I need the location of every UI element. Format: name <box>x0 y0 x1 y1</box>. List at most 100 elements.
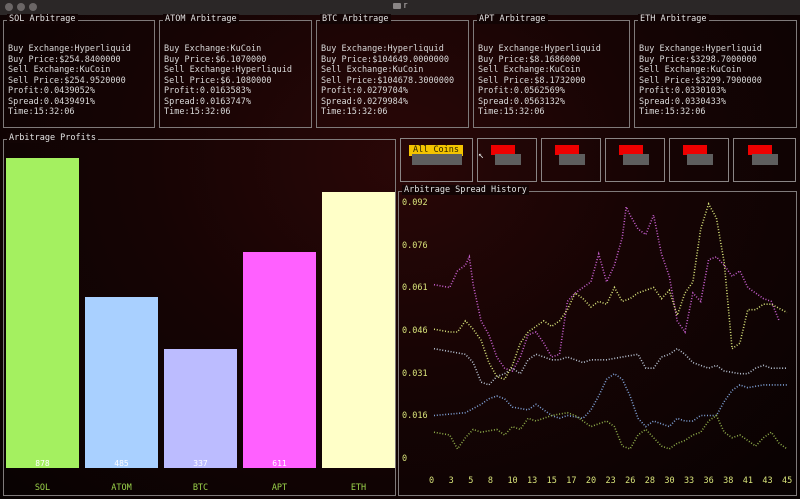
info-label: Buy Price: <box>164 54 216 65</box>
info-label: Spread: <box>478 96 514 107</box>
info-row: Buy Exchange:Hyperliquid <box>478 44 601 55</box>
info-row: Sell Exchange:KuCoin <box>321 65 454 76</box>
info-label: Time: <box>321 107 347 117</box>
info-row: Buy Exchange:KuCoin <box>164 44 292 55</box>
info-value: 0.0279704% <box>356 86 409 96</box>
coin-button-apt[interactable] <box>669 138 729 182</box>
window-title-text: r <box>403 1 408 11</box>
info-value: KuCoin <box>392 65 424 75</box>
info-value: $104678.3000000 <box>377 75 455 86</box>
btc-arbitrage-panel: BTC Arbitrage Buy Exchange:Hyperliquid Bu… <box>316 14 469 128</box>
info-label: Sell Price: <box>8 75 65 86</box>
button-shadow <box>412 154 462 165</box>
info-value: $3298.7000000 <box>690 54 757 65</box>
info-value: $254.8400000 <box>59 54 121 65</box>
info-value: 0.0163583% <box>199 86 252 96</box>
bar-value-label: 878 <box>35 459 50 468</box>
button-shadow <box>623 154 649 165</box>
info-row: Sell Price:$254.9520000 <box>8 76 131 87</box>
info-row: Buy Price:$8.1686000 <box>478 55 601 66</box>
info-row: Sell Price:$8.1732000 <box>478 76 601 87</box>
info-value: 0.0439052% <box>43 86 96 96</box>
bar-category-label: APT <box>271 483 288 493</box>
all-coins-button[interactable]: All Coins <box>400 138 473 182</box>
bar-category-label: BTC <box>192 483 209 493</box>
info-value: $3299.7900000 <box>695 75 762 86</box>
info-value: $254.9520000 <box>64 75 126 86</box>
atom-arbitrage-panel: ATOM Arbitrage Buy Exchange:KuCoin Buy Pr… <box>159 14 312 128</box>
info-label: Buy Price: <box>321 54 373 65</box>
sol-arbitrage-panel: SOL Arbitrage Buy Exchange:Hyperliquid Bu… <box>3 14 155 128</box>
info-list: Buy Exchange:Hyperliquid Buy Price:$254.8… <box>8 44 131 118</box>
info-value: 0.0279984% <box>356 96 409 107</box>
bar-value-label: 611 <box>272 459 287 468</box>
info-value: 0.0330103% <box>674 86 727 96</box>
info-label: Buy Price: <box>478 54 530 65</box>
spread-series-line-4 <box>433 372 787 428</box>
info-label: Profit: <box>478 86 514 96</box>
bar-value-label: 337 <box>193 459 208 468</box>
info-row: Sell Exchange:Hyperliquid <box>164 65 292 76</box>
info-label: Buy Price: <box>639 54 691 65</box>
info-value: 0.0562569% <box>513 86 566 96</box>
spread-series-line-1 <box>433 203 780 372</box>
spread-history-panel: Arbitrage Spread History 0.092 0.076 0.061… <box>398 185 797 496</box>
info-value: KuCoin <box>230 44 262 54</box>
info-row: Profit:0.0279704% <box>321 86 454 97</box>
coin-button-btc[interactable] <box>605 138 665 182</box>
window-title: r <box>0 1 800 11</box>
info-row: Sell Price:$104678.3000000 <box>321 76 454 87</box>
info-row: Spread:0.0279984% <box>321 97 454 108</box>
info-label: Profit: <box>164 86 200 96</box>
panel-title: ETH Arbitrage <box>638 14 709 24</box>
info-label: Spread: <box>164 96 200 107</box>
info-list: Buy Exchange:Hyperliquid Buy Price:$3298.… <box>639 44 762 118</box>
info-row: Spread:0.0330433% <box>639 97 762 108</box>
info-row: Time:15:32:06 <box>321 107 454 118</box>
eth-arbitrage-panel: ETH Arbitrage Buy Exchange:Hyperliquid Bu… <box>634 14 797 128</box>
info-row: Time:15:32:06 <box>164 107 292 118</box>
bar-sol: 878 <box>6 158 79 468</box>
info-label: Time: <box>164 107 190 117</box>
info-value: KuCoin <box>549 65 581 75</box>
info-row: Profit:0.0163583% <box>164 86 292 97</box>
spread-series-line-2 <box>433 347 787 386</box>
bar-chart: 878 SOL 485 ATOM 337 BTC 611 APT ETH <box>4 140 395 495</box>
info-label: Time: <box>478 107 504 117</box>
info-value: Hyperliquid <box>387 44 444 54</box>
bar-eth <box>322 192 395 468</box>
info-label: Sell Exchange: <box>639 65 711 75</box>
info-row: Sell Exchange:KuCoin <box>8 65 131 76</box>
button-shadow <box>752 154 778 165</box>
info-label: Sell Price: <box>164 75 221 86</box>
button-shadow <box>687 154 713 165</box>
info-label: Sell Exchange: <box>478 65 550 75</box>
info-label: Buy Exchange: <box>639 44 706 54</box>
info-value: 0.0163747% <box>199 96 252 107</box>
info-label: Buy Exchange: <box>478 44 545 54</box>
info-list: Buy Exchange:Hyperliquid Buy Price:$8.168… <box>478 44 601 118</box>
button-shadow <box>495 154 521 165</box>
folder-icon <box>392 2 401 9</box>
info-list: Buy Exchange:Hyperliquid Buy Price:$10464… <box>321 44 454 118</box>
bar-atom: 485 <box>85 297 158 468</box>
info-label: Spread: <box>8 96 44 107</box>
spread-series-line-5 <box>433 411 788 451</box>
panel-title: ATOM Arbitrage <box>163 14 239 24</box>
info-label: Sell Exchange: <box>321 65 393 75</box>
info-row: Sell Exchange:KuCoin <box>478 65 601 76</box>
info-value: KuCoin <box>710 65 742 75</box>
info-label: Buy Exchange: <box>321 44 388 54</box>
coin-button-eth[interactable] <box>733 138 796 182</box>
info-label: Sell Price: <box>478 75 535 86</box>
panel-title: BTC Arbitrage <box>320 14 391 24</box>
coin-button-sol[interactable] <box>477 138 537 182</box>
info-row: Spread:0.0439491% <box>8 97 131 108</box>
info-value: $6.1070000 <box>215 54 267 65</box>
info-row: Buy Exchange:Hyperliquid <box>639 44 762 55</box>
info-value: $8.1732000 <box>534 75 586 86</box>
info-label: Sell Exchange: <box>164 65 236 75</box>
info-label: Profit: <box>321 86 357 96</box>
coin-button-atom[interactable] <box>541 138 601 182</box>
info-row: Time:15:32:06 <box>639 107 762 118</box>
